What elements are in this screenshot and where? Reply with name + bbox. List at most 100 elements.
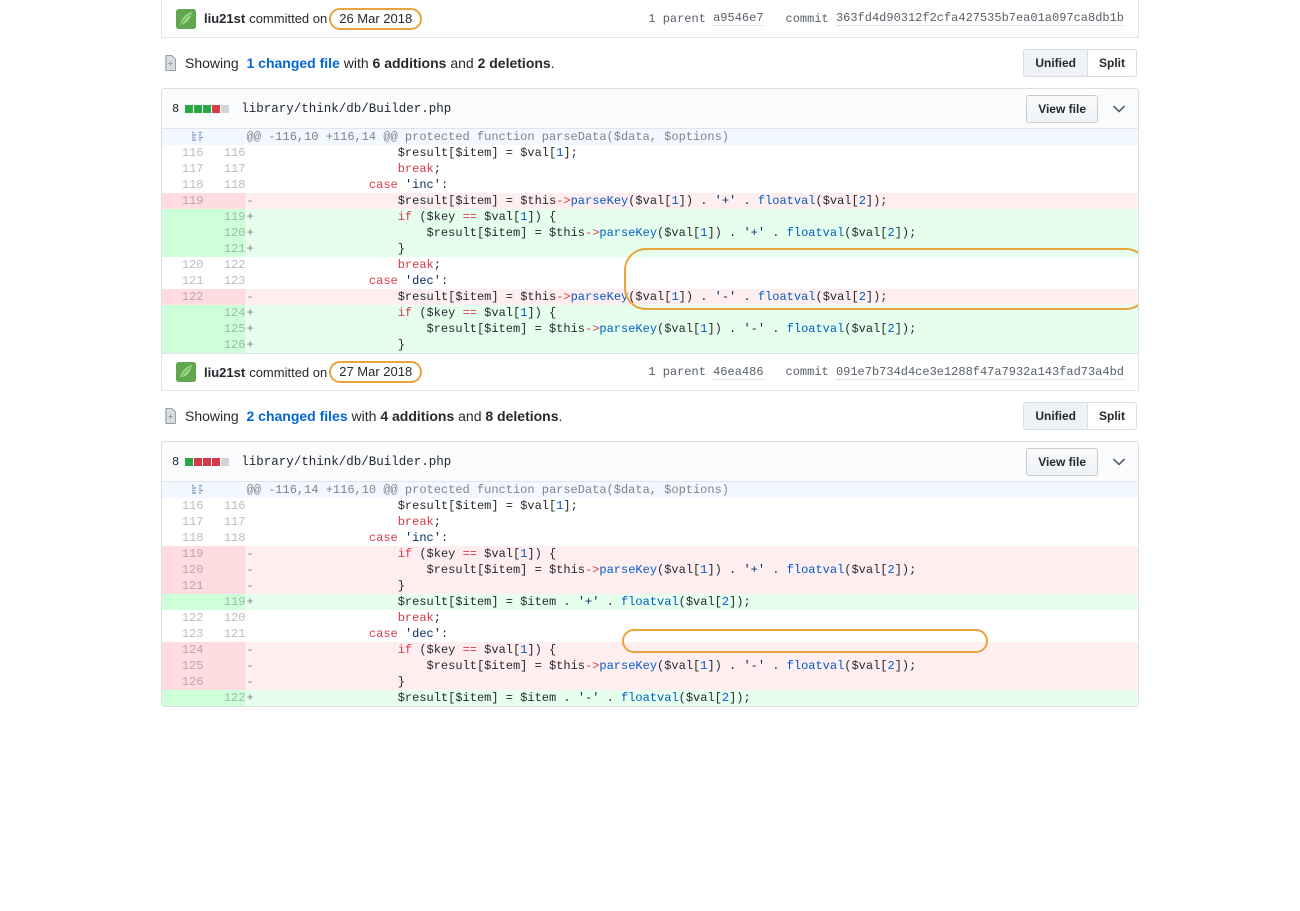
old-line-number[interactable]: 122: [162, 289, 204, 305]
old-line-number[interactable]: 118: [162, 177, 204, 193]
new-line-number[interactable]: 121: [204, 241, 246, 257]
diff-line-code[interactable]: break;: [246, 514, 1138, 530]
file-path-2[interactable]: library/think/db/Builder.php: [241, 455, 451, 469]
diff-line-code[interactable]: case 'dec':: [246, 626, 1138, 642]
old-line-number[interactable]: 117: [162, 161, 204, 177]
old-line-number[interactable]: 118: [162, 530, 204, 546]
new-line-number[interactable]: 125: [204, 321, 246, 337]
old-line-number[interactable]: [162, 241, 204, 257]
diff-line-code[interactable]: - }: [246, 674, 1138, 690]
new-line-number[interactable]: 116: [204, 145, 246, 161]
old-line-number[interactable]: 119: [162, 546, 204, 562]
old-line-number[interactable]: 120: [162, 562, 204, 578]
diff-line-code[interactable]: $result[$item] = $val[1];: [246, 498, 1138, 514]
diff-line-code[interactable]: + $result[$item] = $this->parseKey($val[…: [246, 321, 1138, 337]
file-path-1[interactable]: library/think/db/Builder.php: [241, 102, 451, 116]
old-line-number[interactable]: 120: [162, 257, 204, 273]
diff-line-code[interactable]: break;: [246, 161, 1138, 177]
diff-line-code[interactable]: case 'inc':: [246, 530, 1138, 546]
new-line-number[interactable]: 116: [204, 498, 246, 514]
new-line-number[interactable]: 119: [204, 594, 246, 610]
old-line-number[interactable]: 122: [162, 610, 204, 626]
old-line-number[interactable]: [162, 209, 204, 225]
new-line-number[interactable]: [204, 674, 246, 690]
diff-line-code[interactable]: - $result[$item] = $this->parseKey($val[…: [246, 562, 1138, 578]
old-line-number[interactable]: 121: [162, 273, 204, 289]
new-line-number[interactable]: [204, 289, 246, 305]
chevron-down-icon[interactable]: [1110, 453, 1128, 471]
diff-line-code[interactable]: case 'inc':: [246, 177, 1138, 193]
parent-sha-2[interactable]: 46ea486: [713, 365, 764, 380]
diff-line-code[interactable]: + $result[$item] = $item . '-' . floatva…: [246, 690, 1138, 706]
new-line-number[interactable]: 117: [204, 514, 246, 530]
split-view-button-1[interactable]: Split: [1087, 50, 1136, 76]
new-line-number[interactable]: 118: [204, 530, 246, 546]
new-line-number[interactable]: 123: [204, 273, 246, 289]
new-line-number[interactable]: [204, 562, 246, 578]
new-line-number[interactable]: 120: [204, 225, 246, 241]
old-line-number[interactable]: 126: [162, 674, 204, 690]
view-mode-toggle-2[interactable]: Unified Split: [1023, 402, 1137, 430]
unified-view-button-1[interactable]: Unified: [1024, 50, 1087, 76]
old-line-number[interactable]: [162, 321, 204, 337]
old-line-number[interactable]: 119: [162, 193, 204, 209]
old-line-number[interactable]: [162, 225, 204, 241]
user-avatar-icon[interactable]: [176, 8, 196, 29]
old-line-number[interactable]: 125: [162, 658, 204, 674]
changed-files-link-2[interactable]: 2 changed files: [246, 408, 347, 424]
commit-author-1[interactable]: liu21st: [204, 11, 245, 26]
new-line-number[interactable]: 120: [204, 610, 246, 626]
diff-line-code[interactable]: case 'dec':: [246, 273, 1138, 289]
old-line-number[interactable]: [162, 690, 204, 706]
new-line-number[interactable]: [204, 578, 246, 594]
new-line-number[interactable]: 118: [204, 177, 246, 193]
diff-line-code[interactable]: break;: [246, 257, 1138, 273]
diff-line-code[interactable]: break;: [246, 610, 1138, 626]
diff-line-code[interactable]: + $result[$item] = $this->parseKey($val[…: [246, 225, 1138, 241]
hunk-expand-icon[interactable]: [162, 482, 204, 498]
hunk-expand-icon[interactable]: [162, 129, 204, 145]
diff-line-code[interactable]: - $result[$item] = $this->parseKey($val[…: [246, 193, 1138, 209]
new-line-number[interactable]: [204, 642, 246, 658]
user-avatar-icon[interactable]: [176, 362, 196, 382]
diff-line-code[interactable]: - if ($key == $val[1]) {: [246, 546, 1138, 562]
view-file-button-2[interactable]: View file: [1026, 447, 1098, 476]
view-file-button-1[interactable]: View file: [1026, 94, 1098, 123]
new-line-number[interactable]: [204, 546, 246, 562]
parent-sha-1[interactable]: a9546e7: [713, 11, 764, 26]
diff-line-code[interactable]: $result[$item] = $val[1];: [246, 145, 1138, 161]
new-line-number[interactable]: 117: [204, 161, 246, 177]
old-line-number[interactable]: 116: [162, 498, 204, 514]
diff-line-code[interactable]: + $result[$item] = $item . '+' . floatva…: [246, 594, 1138, 610]
unified-view-button-2[interactable]: Unified: [1024, 403, 1087, 429]
chevron-down-icon[interactable]: [1110, 100, 1128, 118]
changed-files-link-1[interactable]: 1 changed file: [246, 55, 339, 71]
new-line-number[interactable]: 122: [204, 690, 246, 706]
old-line-number[interactable]: 123: [162, 626, 204, 642]
new-line-number[interactable]: 119: [204, 209, 246, 225]
new-line-number[interactable]: 126: [204, 337, 246, 353]
new-line-number[interactable]: [204, 658, 246, 674]
old-line-number[interactable]: [162, 594, 204, 610]
old-line-number[interactable]: 117: [162, 514, 204, 530]
commit-author-2[interactable]: liu21st: [204, 365, 245, 380]
diff-line-code[interactable]: + }: [246, 337, 1138, 353]
diff-line-code[interactable]: - $result[$item] = $this->parseKey($val[…: [246, 289, 1138, 305]
diff-line-code[interactable]: + if ($key == $val[1]) {: [246, 209, 1138, 225]
diff-line-code[interactable]: - }: [246, 578, 1138, 594]
commit-sha-2[interactable]: 091e7b734d4ce3e1288f47a7932a143fad73a4bd: [835, 365, 1124, 380]
view-mode-toggle-1[interactable]: Unified Split: [1023, 49, 1137, 77]
old-line-number[interactable]: 116: [162, 145, 204, 161]
new-line-number[interactable]: 124: [204, 305, 246, 321]
new-line-number[interactable]: [204, 193, 246, 209]
old-line-number[interactable]: [162, 337, 204, 353]
diff-line-code[interactable]: + if ($key == $val[1]) {: [246, 305, 1138, 321]
diff-line-code[interactable]: - if ($key == $val[1]) {: [246, 642, 1138, 658]
old-line-number[interactable]: 124: [162, 642, 204, 658]
diff-line-code[interactable]: - $result[$item] = $this->parseKey($val[…: [246, 658, 1138, 674]
new-line-number[interactable]: 121: [204, 626, 246, 642]
new-line-number[interactable]: 122: [204, 257, 246, 273]
split-view-button-2[interactable]: Split: [1087, 403, 1136, 429]
diff-line-code[interactable]: + }: [246, 241, 1138, 257]
old-line-number[interactable]: [162, 305, 204, 321]
